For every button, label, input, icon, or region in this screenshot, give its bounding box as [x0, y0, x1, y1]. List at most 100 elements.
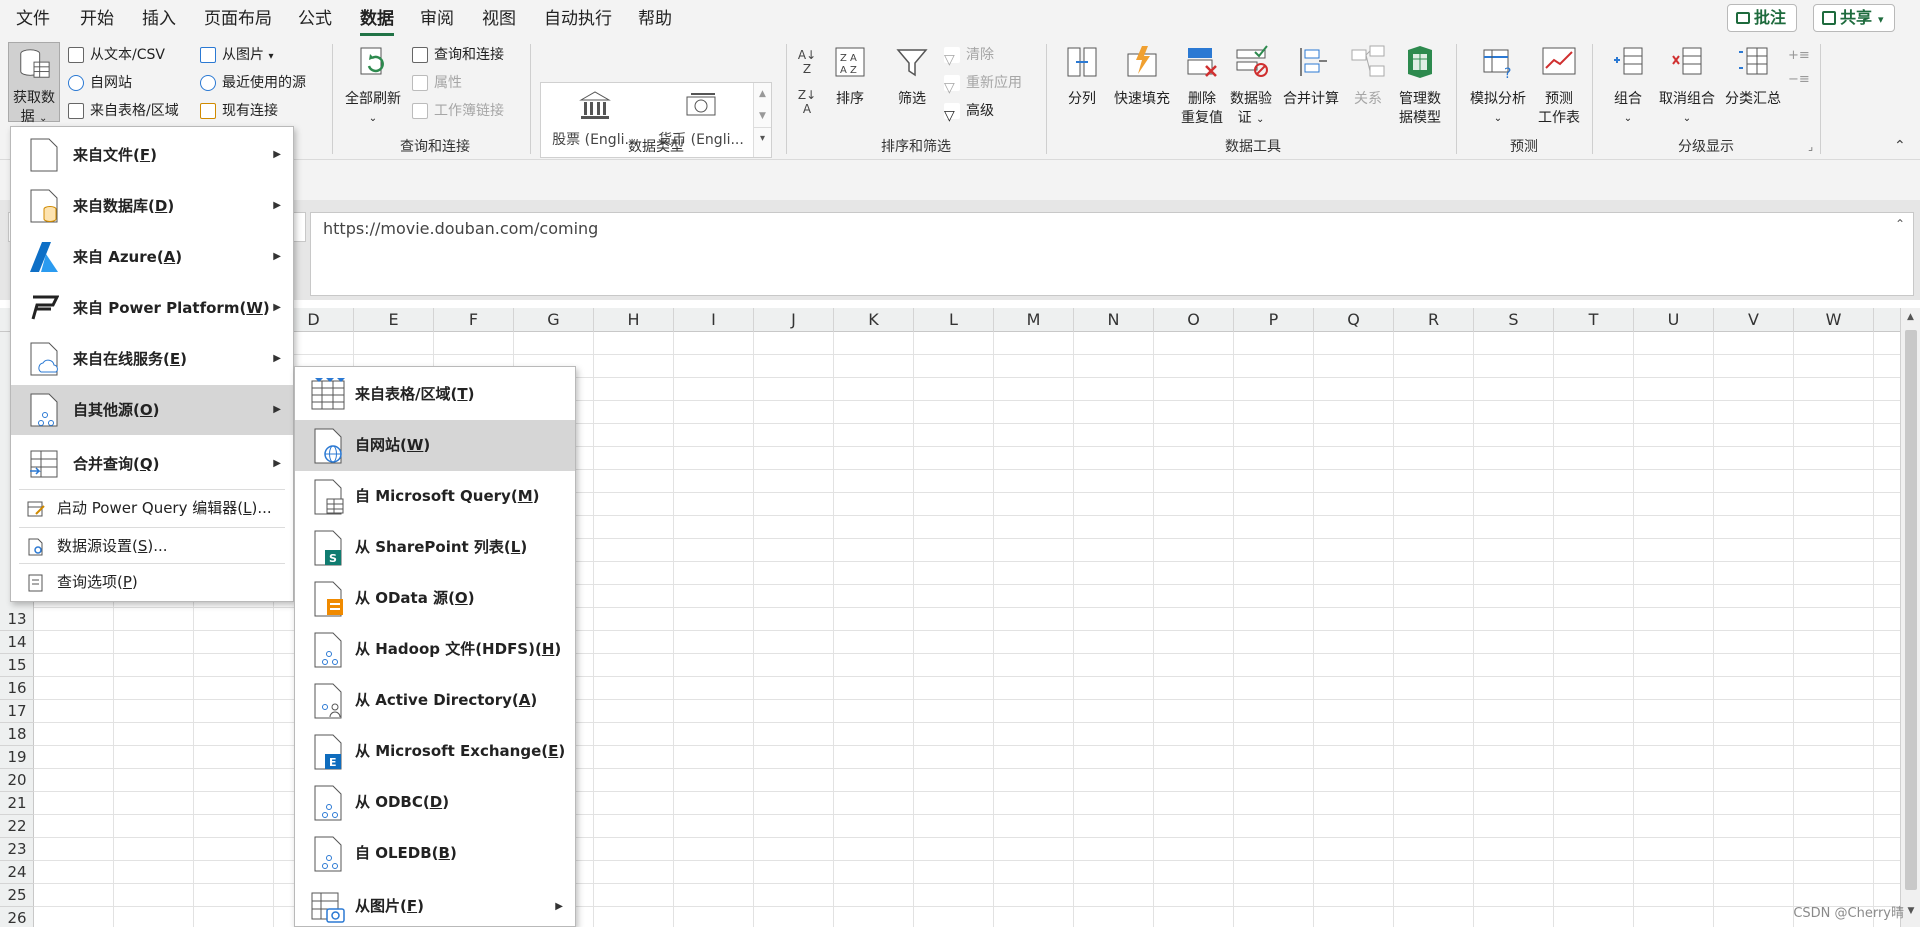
- menu-item-launch-power-query[interactable]: 启动 Power Query 编辑器(L)...: [11, 491, 293, 525]
- group-button[interactable]: 组合 ⌄: [1604, 44, 1652, 128]
- sort-az-button[interactable]: A↓ Z: [794, 48, 820, 76]
- column-header[interactable]: M: [994, 308, 1074, 332]
- flash-fill-button[interactable]: 快速填充: [1108, 44, 1176, 109]
- refresh-all-button[interactable]: 全部刷新 ⌄: [340, 44, 406, 128]
- row-header[interactable]: 17: [0, 700, 34, 723]
- text-to-columns-button[interactable]: 分列: [1058, 44, 1106, 109]
- column-header[interactable]: T: [1554, 308, 1634, 332]
- row-header[interactable]: 19: [0, 746, 34, 769]
- tab-review[interactable]: 审阅: [420, 6, 454, 32]
- tab-help[interactable]: 帮助: [638, 6, 672, 32]
- submenu-item-from-exchange[interactable]: E 从 Microsoft Exchange(E): [295, 726, 575, 777]
- tab-automate[interactable]: 自动执行: [544, 6, 612, 32]
- tab-view[interactable]: 视图: [482, 6, 516, 32]
- row-header[interactable]: 14: [0, 631, 34, 654]
- sort-button[interactable]: Z A A Z 排序: [826, 44, 874, 109]
- menu-item-query-options[interactable]: 查询选项(P): [11, 565, 293, 599]
- tab-data[interactable]: 数据: [360, 6, 394, 36]
- column-header[interactable]: L: [914, 308, 994, 332]
- submenu-item-from-microsoft-query[interactable]: 自 Microsoft Query(M): [295, 471, 575, 522]
- submenu-item-from-oledb[interactable]: 自 OLEDB(B): [295, 828, 575, 879]
- row-header[interactable]: 13: [0, 608, 34, 631]
- workbook-links-button[interactable]: 工作簿链接: [410, 98, 504, 124]
- chevron-down-icon[interactable]: ▼: [754, 105, 771, 127]
- formula-bar[interactable]: https://movie.douban.com/coming ⌃: [310, 212, 1914, 296]
- chevron-up-icon[interactable]: ▲: [1901, 308, 1920, 326]
- submenu-item-from-odbc[interactable]: 从 ODBC(D): [295, 777, 575, 828]
- dialog-launcher-icon[interactable]: ⌟: [1808, 140, 1813, 153]
- tab-home[interactable]: 开始: [80, 6, 114, 32]
- ungroup-button[interactable]: 取消组合 ⌄: [1654, 44, 1720, 128]
- from-web-button[interactable]: 自网站: [66, 70, 132, 96]
- menu-item-data-source-settings[interactable]: 数据源设置(S)...: [11, 529, 293, 563]
- column-header[interactable]: I: [674, 308, 754, 332]
- menu-item-from-power-platform[interactable]: 来自 Power Platform(W) ▶: [11, 283, 293, 333]
- from-text-csv-button[interactable]: 从文本/CSV: [66, 42, 165, 68]
- row-header[interactable]: 22: [0, 815, 34, 838]
- from-picture-button[interactable]: 从图片 ▾: [198, 42, 273, 68]
- menu-item-from-azure[interactable]: 来自 Azure(A) ▶: [11, 232, 293, 282]
- show-detail-button[interactable]: +≡ −≡: [1788, 44, 1810, 92]
- reapply-button[interactable]: ▽ 重新应用: [942, 70, 1022, 96]
- remove-duplicates-button[interactable]: 删除 重复值: [1178, 44, 1226, 128]
- sort-za-button[interactable]: Z↓ A: [794, 88, 820, 116]
- existing-connections-button[interactable]: 现有连接: [198, 98, 278, 124]
- row-header[interactable]: 20: [0, 769, 34, 792]
- submenu-item-from-odata[interactable]: 从 OData 源(O): [295, 573, 575, 624]
- clear-filter-button[interactable]: ▽ 清除: [942, 42, 994, 68]
- tab-file[interactable]: 文件: [16, 6, 50, 32]
- row-header[interactable]: 23: [0, 838, 34, 861]
- vertical-scrollbar[interactable]: ▲ ▼: [1900, 308, 1920, 927]
- forecast-sheet-button[interactable]: 预测 工作表: [1534, 44, 1584, 128]
- what-if-analysis-button[interactable]: ? 模拟分析 ⌄: [1464, 44, 1532, 128]
- chevron-up-icon[interactable]: ▲: [754, 83, 771, 105]
- comment-button[interactable]: 批注: [1727, 4, 1798, 32]
- row-header[interactable]: 26: [0, 907, 34, 927]
- collapse-ribbon-icon[interactable]: ⌃: [1894, 138, 1906, 154]
- data-validation-button[interactable]: 数据验 证 ⌄: [1226, 44, 1276, 129]
- column-header[interactable]: J: [754, 308, 834, 332]
- submenu-item-from-web[interactable]: 自网站(W): [295, 420, 575, 471]
- submenu-item-from-table[interactable]: 来自表格/区域(T): [295, 369, 575, 420]
- submenu-item-from-sharepoint[interactable]: S 从 SharePoint 列表(L): [295, 522, 575, 573]
- submenu-item-from-hadoop[interactable]: 从 Hadoop 文件(HDFS)(H): [295, 624, 575, 675]
- column-header[interactable]: W: [1794, 308, 1874, 332]
- column-header[interactable]: E: [354, 308, 434, 332]
- column-header[interactable]: G: [514, 308, 594, 332]
- manage-data-model-button[interactable]: 管理数 据模型: [1392, 44, 1448, 128]
- column-header[interactable]: N: [1074, 308, 1154, 332]
- tab-page-layout[interactable]: 页面布局: [204, 6, 272, 32]
- column-header[interactable]: V: [1714, 308, 1794, 332]
- row-header[interactable]: 25: [0, 884, 34, 907]
- consolidate-button[interactable]: 合并计算: [1278, 44, 1344, 109]
- tab-insert[interactable]: 插入: [142, 6, 176, 32]
- column-header[interactable]: P: [1234, 308, 1314, 332]
- relationships-button[interactable]: 关系: [1346, 44, 1390, 109]
- submenu-item-from-picture[interactable]: 从图片(F) ▶: [295, 881, 575, 927]
- column-header[interactable]: Q: [1314, 308, 1394, 332]
- advanced-filter-button[interactable]: ▽ 高级: [942, 98, 994, 124]
- column-header[interactable]: S: [1474, 308, 1554, 332]
- from-table-button[interactable]: 来自表格/区域: [66, 98, 179, 124]
- menu-item-from-other-sources[interactable]: 自其他源(O) ▶: [11, 385, 293, 435]
- column-header[interactable]: O: [1154, 308, 1234, 332]
- menu-item-from-online-services[interactable]: 来自在线服务(E) ▶: [11, 334, 293, 384]
- tab-formulas[interactable]: 公式: [298, 6, 332, 32]
- column-header[interactable]: U: [1634, 308, 1714, 332]
- row-header[interactable]: 16: [0, 677, 34, 700]
- menu-item-combine-queries[interactable]: 合并查询(Q) ▶: [11, 439, 293, 489]
- row-header[interactable]: 21: [0, 792, 34, 815]
- row-header[interactable]: 15: [0, 654, 34, 677]
- subtotal-button[interactable]: 分类汇总: [1720, 44, 1786, 109]
- submenu-item-from-active-directory[interactable]: 从 Active Directory(A): [295, 675, 575, 726]
- scroll-thumb[interactable]: [1905, 330, 1917, 890]
- queries-connections-button[interactable]: 查询和连接: [410, 42, 504, 68]
- recent-sources-button[interactable]: 最近使用的源: [198, 70, 306, 96]
- properties-button[interactable]: 属性: [410, 70, 462, 96]
- column-header[interactable]: K: [834, 308, 914, 332]
- column-header[interactable]: H: [594, 308, 674, 332]
- row-header[interactable]: 24: [0, 861, 34, 884]
- get-data-button[interactable]: 获取数 据 ⌄: [8, 42, 60, 125]
- column-header[interactable]: F: [434, 308, 514, 332]
- menu-item-from-database[interactable]: 来自数据库(D) ▶: [11, 181, 293, 231]
